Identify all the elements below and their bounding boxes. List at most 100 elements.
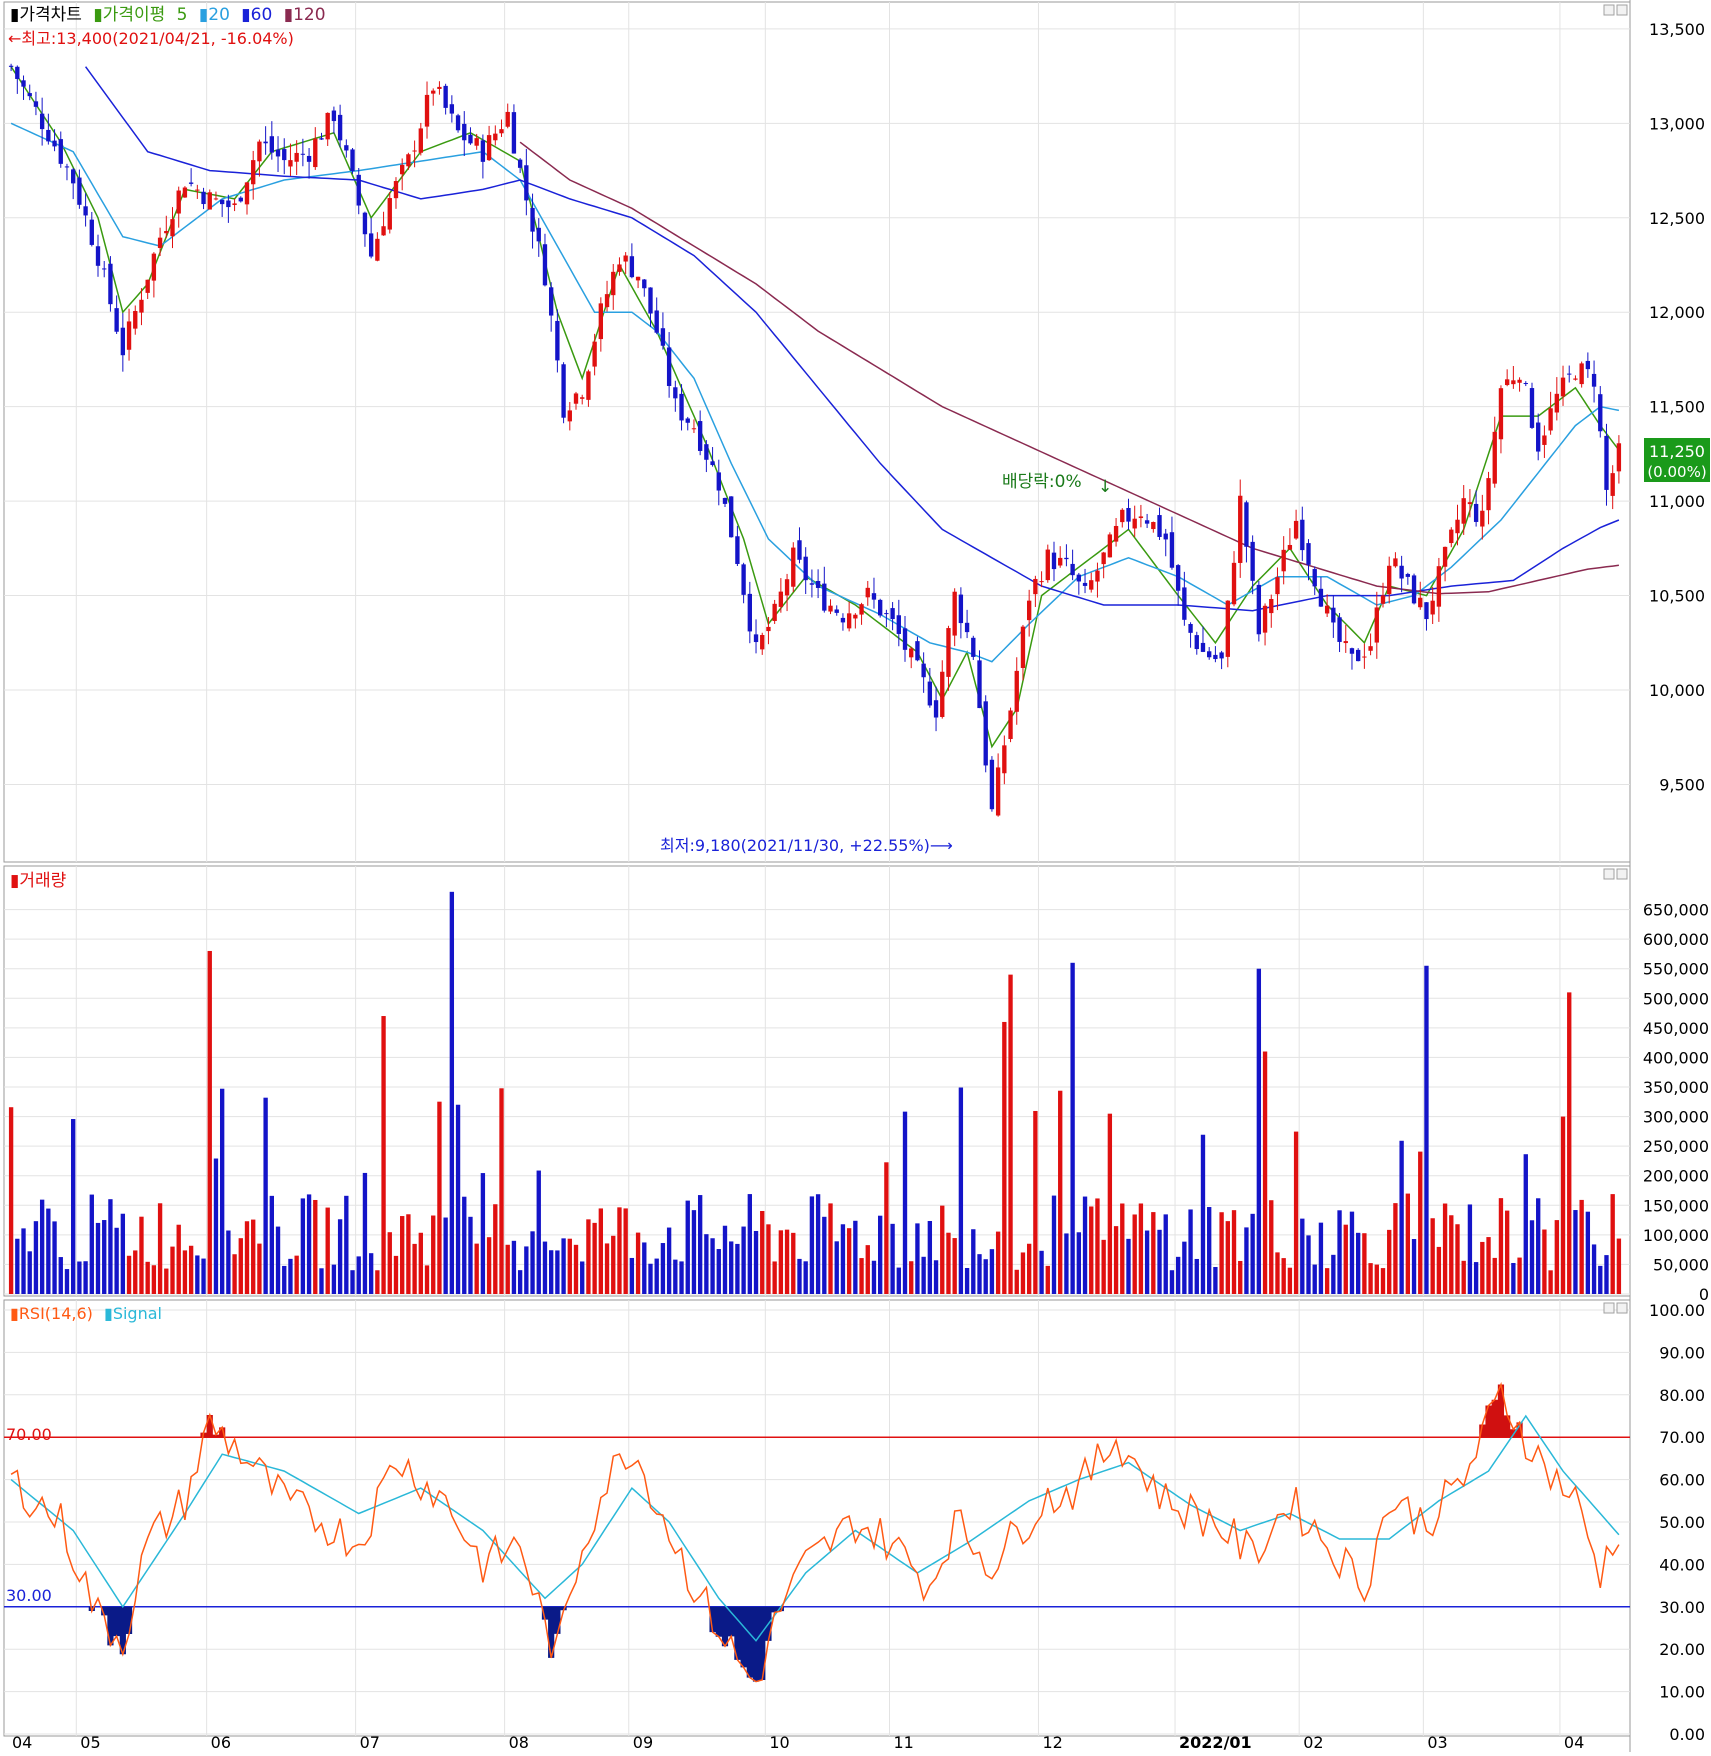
volume-bar	[337, 1219, 343, 1294]
price-panel-close-button[interactable]	[1616, 4, 1628, 16]
candle-body	[604, 294, 610, 308]
month-label: 09	[633, 1733, 653, 1752]
candle-body	[8, 65, 14, 67]
candle-body	[1393, 558, 1398, 567]
rsi-tick-label: 50.00	[1659, 1513, 1705, 1532]
candle-body	[573, 393, 579, 404]
candle-body	[815, 580, 821, 588]
candle-body	[1436, 566, 1442, 607]
candle-body	[1480, 510, 1485, 527]
candle-body	[499, 129, 504, 134]
stock-chart-window: 13,500 13,000 12,500 12,000 11,500 11,000 10,5…	[0, 0, 1711, 1752]
volume-bar	[1132, 1214, 1137, 1294]
candle-body	[859, 604, 864, 615]
volume-bar	[27, 1251, 32, 1294]
candle-body	[1306, 543, 1311, 565]
candle-body	[1002, 745, 1007, 774]
volume-bar	[803, 1261, 808, 1294]
volume-bar	[133, 1250, 138, 1294]
volume-bar	[1014, 1269, 1019, 1294]
volume-bar	[1387, 1229, 1392, 1294]
volume-bar	[909, 1261, 914, 1294]
volume-bar	[480, 1173, 486, 1294]
candle-body	[381, 226, 386, 236]
candle-body	[1014, 670, 1019, 712]
volume-bar	[629, 1257, 635, 1294]
candle-body	[1026, 600, 1032, 621]
volume-bar	[294, 1255, 299, 1294]
volume-bar	[244, 1221, 250, 1294]
candle-body	[964, 622, 970, 633]
candle-body	[822, 583, 827, 611]
volume-bar	[1498, 1198, 1504, 1294]
candle-body	[1356, 649, 1361, 662]
volume-bar	[1337, 1210, 1342, 1294]
rsi-tick-label: 0.00	[1669, 1725, 1705, 1744]
volume-bar	[1113, 1226, 1119, 1294]
volume-bar	[1058, 1090, 1063, 1294]
volume-bar	[1449, 1215, 1454, 1294]
candle-body	[834, 609, 839, 613]
volume-bar	[499, 1088, 504, 1294]
volume-bar	[1511, 1262, 1516, 1294]
rsi-panel-restore-button[interactable]	[1603, 1302, 1615, 1314]
rsi-tick-label: 90.00	[1659, 1343, 1705, 1362]
volume-panel-restore-button[interactable]	[1603, 868, 1615, 880]
candle-body	[1126, 507, 1131, 522]
volume-bar	[344, 1195, 349, 1294]
volume-bar	[350, 1270, 355, 1294]
volume-bar	[1175, 1256, 1181, 1294]
rsi-panel-close-button[interactable]	[1616, 1302, 1628, 1314]
volume-bar	[1405, 1193, 1411, 1294]
candle-body	[213, 198, 219, 200]
candle-body	[722, 497, 728, 504]
volume-bar	[977, 1254, 982, 1294]
volume-bar	[1598, 1265, 1603, 1294]
volume-bar	[517, 1270, 523, 1294]
candle-body	[145, 279, 150, 293]
candle-body	[1424, 602, 1429, 620]
month-label: 08	[509, 1733, 529, 1752]
candle-body	[207, 192, 212, 210]
candle-body	[505, 111, 510, 127]
volume-bar	[1567, 992, 1572, 1294]
price-tick-label: 12,000	[1649, 303, 1705, 322]
volume-bar	[642, 1242, 647, 1294]
candle-body	[1033, 578, 1038, 595]
volume-bar	[778, 1230, 784, 1294]
candle-body	[151, 253, 157, 281]
price-tick-label: 12,500	[1649, 209, 1705, 228]
chart-canvas[interactable]: 13,500 13,000 12,500 12,000 11,500 11,000 10,5…	[0, 0, 1711, 1752]
volume-bar	[474, 1243, 479, 1294]
volume-bar	[356, 1256, 361, 1294]
volume-bar	[536, 1170, 541, 1294]
volume-bar	[549, 1250, 554, 1294]
volume-tick-label: 100,000	[1643, 1226, 1709, 1245]
candle-body	[443, 85, 448, 108]
volume-panel-close-button[interactable]	[1616, 868, 1628, 880]
volume-bar	[1430, 1218, 1435, 1294]
volume-tick-label: 400,000	[1643, 1048, 1709, 1067]
candle-body	[1213, 654, 1218, 660]
price-panel-restore-button[interactable]	[1603, 4, 1615, 16]
candle-body	[1368, 646, 1373, 651]
volume-bar	[213, 1158, 219, 1294]
volume-bar	[275, 1226, 281, 1294]
candle-body	[1293, 520, 1299, 539]
volume-bar	[604, 1243, 610, 1294]
candle-body	[313, 138, 318, 168]
candle-body	[468, 134, 473, 144]
candle-body	[524, 165, 529, 201]
candle-body	[1138, 516, 1144, 519]
volume-bar	[822, 1216, 827, 1294]
candle-body	[778, 591, 784, 607]
candle-body	[375, 238, 380, 261]
volume-bar	[784, 1229, 790, 1294]
candle-body	[561, 364, 566, 418]
volume-bar	[1089, 1206, 1094, 1294]
volume-bar	[791, 1232, 796, 1294]
candle-body	[760, 634, 765, 650]
volume-bar	[1436, 1246, 1442, 1294]
volume-tick-label: 200,000	[1643, 1167, 1709, 1186]
candle-body	[176, 190, 181, 214]
